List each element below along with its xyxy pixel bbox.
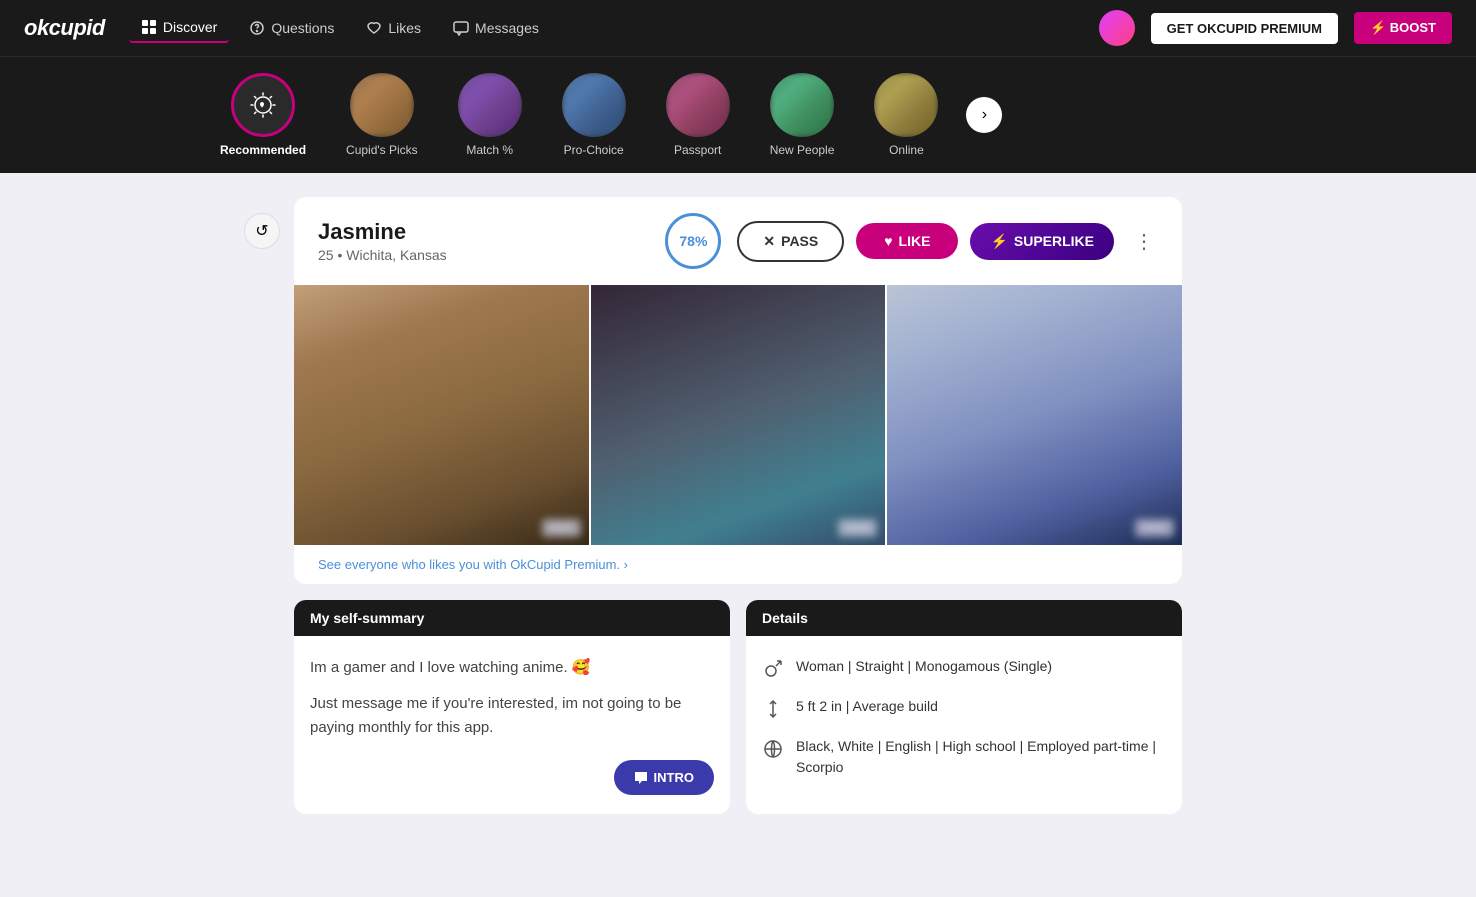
heart-icon [366,20,382,36]
pro-choice-icon [562,73,626,137]
details-gender-text: Woman | Straight | Monogamous (Single) [796,656,1052,677]
category-new-people[interactable]: New People [750,65,855,165]
details-row-background: Black, White | English | High school | E… [762,736,1166,778]
category-pro-choice[interactable]: Pro-Choice [542,65,646,165]
chat-icon [634,771,648,785]
photo-2[interactable]: •••••• [591,285,886,545]
top-navigation: okcupid Discover Questions Likes Message… [0,0,1476,56]
self-summary-header: My self-summary [294,600,730,636]
match-percent-circle: 78% [665,213,721,269]
category-match[interactable]: Match % [438,65,542,165]
grid-icon [141,19,157,35]
match-icon [458,73,522,137]
photo-label-1: •••••• [542,519,581,537]
profile-sections: My self-summary Im a gamer and I love wa… [294,600,1182,814]
main-content: ↺ Jasmine 25 • Wichita, Kansas 78% ✕ PAS… [278,173,1198,838]
passport-icon [666,73,730,137]
gender-icon [762,658,784,680]
brand-logo[interactable]: okcupid [24,15,105,41]
details-header: Details [746,600,1182,636]
details-row-height: 5 ft 2 in | Average build [762,696,1166,720]
like-button[interactable]: ♥ LIKE [856,223,958,259]
height-icon [762,698,784,720]
details-row-gender: Woman | Straight | Monogamous (Single) [762,656,1166,680]
more-options-button[interactable]: ⋮ [1130,225,1158,258]
globe-icon [762,738,784,760]
category-bar: Recommended Cupid's Picks Match % Pro-Ch… [0,56,1476,173]
intro-button[interactable]: INTRO [614,760,714,795]
next-category-button[interactable]: › [966,97,1002,133]
action-buttons: ✕ PASS ♥ LIKE ⚡ SUPERLIKE [737,221,1114,262]
details-card: Details Woman | Straight | Monogamous (S… [746,600,1182,814]
photo-3[interactable]: •••••• [887,285,1182,545]
cupids-picks-icon [350,73,414,137]
photo-1[interactable]: •••••• [294,285,589,545]
premium-promo-link[interactable]: See everyone who likes you with OkCupid … [294,545,1182,584]
new-people-icon [770,73,834,137]
user-avatar[interactable] [1099,10,1135,46]
profile-age-location: 25 • Wichita, Kansas [318,247,649,263]
undo-button[interactable]: ↺ [244,213,280,249]
profile-header: Jasmine 25 • Wichita, Kansas 78% ✕ PASS … [294,197,1182,285]
photo-grid: •••••• •••••• •••••• [294,285,1182,545]
nav-questions[interactable]: Questions [237,14,346,42]
pass-button[interactable]: ✕ PASS [737,221,844,262]
nav-messages[interactable]: Messages [441,14,551,42]
nav-discover[interactable]: Discover [129,13,229,43]
online-icon [874,73,938,137]
superlike-icon: ⚡ [990,233,1007,250]
details-height-text: 5 ft 2 in | Average build [796,696,938,717]
self-summary-body: Im a gamer and I love watching anime. 🥰 … [294,636,730,772]
self-summary-card: My self-summary Im a gamer and I love wa… [294,600,730,814]
profile-name: Jasmine [318,219,649,245]
boost-button[interactable]: ⚡ BOOST [1354,12,1452,44]
x-icon: ✕ [763,233,775,250]
sun-heart-icon [247,89,279,121]
profile-card: ↺ Jasmine 25 • Wichita, Kansas 78% ✕ PAS… [294,197,1182,584]
category-online[interactable]: Online [854,65,958,165]
messages-icon [453,20,469,36]
category-passport[interactable]: Passport [646,65,750,165]
self-summary-text-1: Im a gamer and I love watching anime. 🥰 [310,656,714,680]
photo-label-2: •••••• [838,519,877,537]
category-recommended[interactable]: Recommended [200,65,326,165]
photo-label-3: •••••• [1135,519,1174,537]
recommended-icon-container [231,73,295,137]
details-body: Woman | Straight | Monogamous (Single) 5… [746,636,1182,814]
superlike-button[interactable]: ⚡ SUPERLIKE [970,223,1114,260]
premium-button[interactable]: GET OKCUPID PREMIUM [1151,13,1338,44]
details-background-text: Black, White | English | High school | E… [796,736,1166,778]
self-summary-text-2: Just message me if you're interested, im… [310,692,714,740]
heart-filled-icon: ♥ [884,233,892,249]
nav-likes[interactable]: Likes [354,14,433,42]
questions-icon [249,20,265,36]
category-cupids-picks[interactable]: Cupid's Picks [326,65,438,165]
